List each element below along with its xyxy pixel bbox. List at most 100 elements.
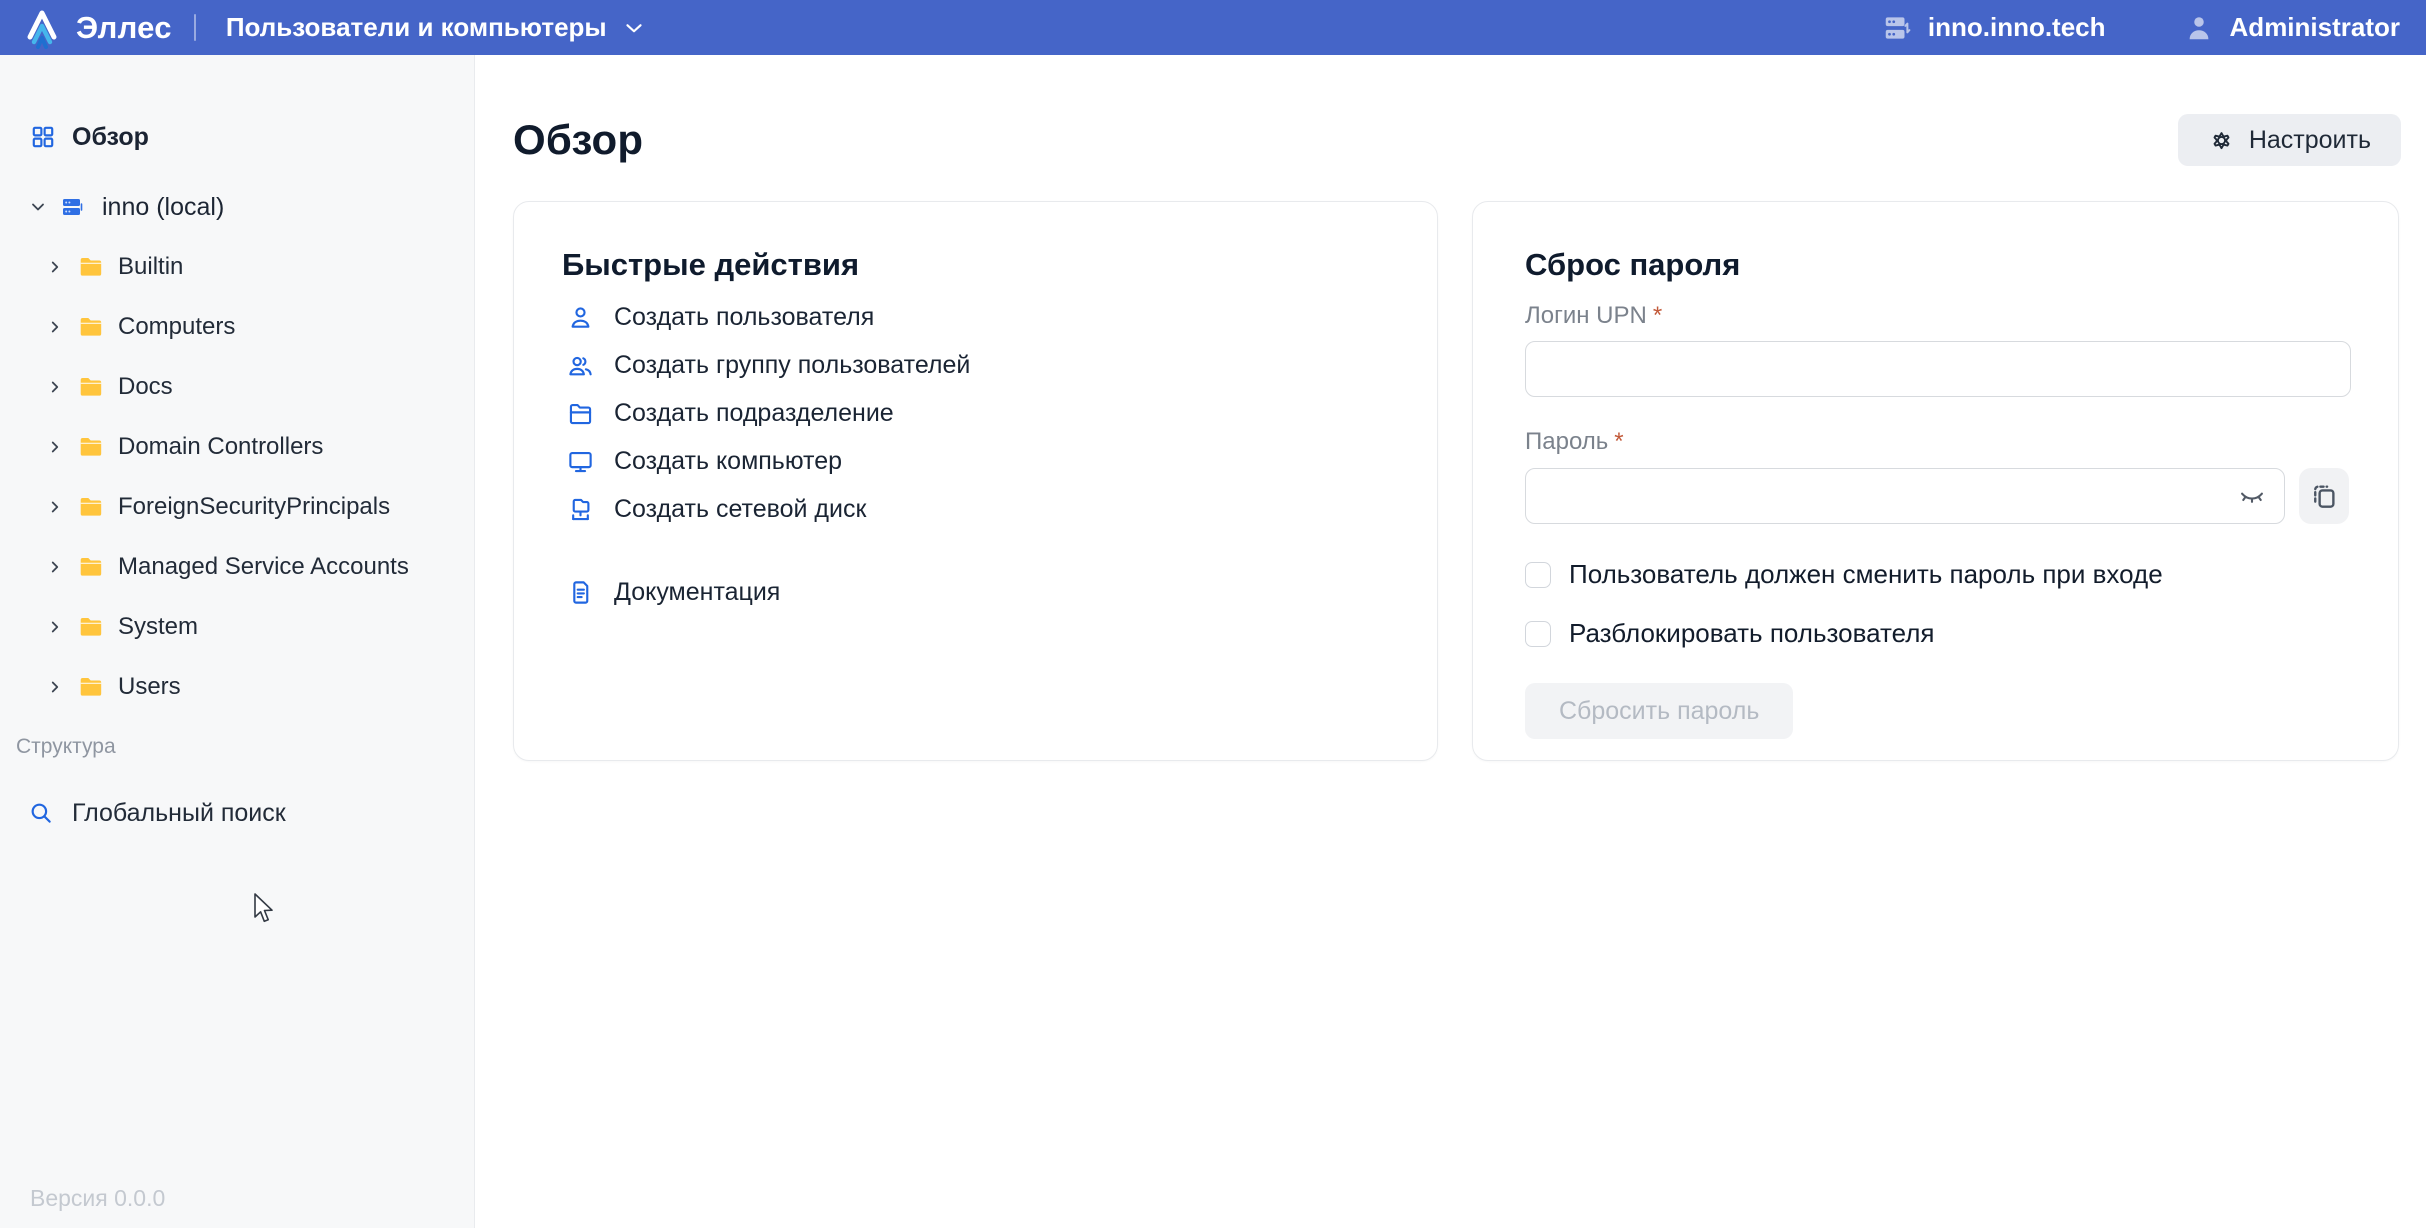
- folder-icon: [78, 314, 104, 340]
- computer-icon: [567, 448, 594, 475]
- checkbox-label: Разблокировать пользователя: [1569, 618, 1934, 649]
- tree-item-computers[interactable]: Computers: [46, 305, 456, 349]
- action-create-network-drive[interactable]: Создать сетевой диск: [567, 494, 1389, 524]
- action-label: Создать пользователя: [614, 303, 874, 332]
- password-label: Пароль*: [1525, 428, 2349, 456]
- global-search[interactable]: Глобальный поиск: [28, 789, 456, 837]
- sidebar-section-label: Структура: [16, 735, 456, 759]
- server-icon: [1882, 13, 1912, 43]
- section-dropdown-label: Пользователи и компьютеры: [226, 12, 607, 43]
- action-label: Создать группу пользователей: [614, 351, 970, 380]
- toggle-password-visibility-button[interactable]: [2237, 482, 2267, 510]
- gear-icon: [2208, 127, 2235, 154]
- org-unit-icon: [567, 400, 594, 427]
- current-user[interactable]: Administrator: [2184, 12, 2400, 43]
- user-name: Administrator: [2230, 12, 2400, 43]
- tree-item-label: ForeignSecurityPrincipals: [118, 493, 390, 521]
- documentation-link[interactable]: Документация: [567, 577, 1389, 607]
- server-name: inno.inno.tech: [1928, 12, 2106, 43]
- sidebar-overview-label: Обзор: [72, 123, 149, 152]
- documentation-label: Документация: [614, 578, 780, 607]
- folder-icon: [78, 434, 104, 460]
- search-icon: [28, 800, 54, 826]
- tree-item-label: Computers: [118, 313, 235, 341]
- sidebar: Обзор inno (local): [0, 55, 475, 1228]
- configure-button[interactable]: Настроить: [2178, 114, 2401, 166]
- app-version: Версия 0.0.0: [30, 1185, 165, 1212]
- reset-password-button[interactable]: Сбросить пароль: [1525, 683, 1793, 739]
- chevron-down-icon[interactable]: [28, 197, 48, 217]
- network-drive-icon: [567, 496, 594, 523]
- brand-title: Эллес: [76, 10, 172, 46]
- document-icon: [567, 579, 594, 606]
- folder-icon: [78, 254, 104, 280]
- checkbox-label: Пользователь должен сменить пароль при в…: [1569, 559, 2163, 590]
- tree-root-label: inno (local): [102, 193, 224, 222]
- chevron-right-icon[interactable]: [46, 558, 64, 576]
- chevron-right-icon[interactable]: [46, 498, 64, 516]
- configure-button-label: Настроить: [2249, 126, 2371, 155]
- password-input[interactable]: [1525, 468, 2285, 524]
- tree-item-label: Domain Controllers: [118, 433, 323, 461]
- sidebar-item-overview[interactable]: Обзор: [30, 115, 456, 159]
- tree-item-label: Managed Service Accounts: [118, 553, 409, 581]
- chevron-right-icon[interactable]: [46, 378, 64, 396]
- tree-root-domain[interactable]: inno (local): [28, 185, 456, 229]
- action-create-org-unit[interactable]: Создать подразделение: [567, 398, 1389, 428]
- action-create-user[interactable]: Создать пользователя: [567, 302, 1389, 332]
- password-reset-card: Сброс пароля Логин UPN* Пароль*: [1472, 201, 2399, 761]
- topbar: Эллес Пользователи и компьютеры: [0, 0, 2426, 55]
- mouse-cursor: [253, 893, 279, 925]
- chevron-right-icon[interactable]: [46, 618, 64, 636]
- chevron-right-icon[interactable]: [46, 318, 64, 336]
- login-upn-label: Логин UPN*: [1525, 302, 2349, 330]
- section-dropdown[interactable]: Пользователи и компьютеры: [226, 12, 647, 43]
- tree-item-managed-service-accounts[interactable]: Managed Service Accounts: [46, 545, 456, 589]
- tree-item-label: Users: [118, 673, 181, 701]
- action-label: Создать сетевой диск: [614, 495, 866, 524]
- action-label: Создать компьютер: [614, 447, 842, 476]
- global-search-label: Глобальный поиск: [72, 799, 286, 828]
- tree-item-label: Builtin: [118, 253, 183, 281]
- chevron-right-icon[interactable]: [46, 678, 64, 696]
- eye-closed-icon: [2237, 482, 2267, 510]
- required-asterisk: *: [1653, 302, 1662, 329]
- chevron-right-icon[interactable]: [46, 258, 64, 276]
- group-add-icon: [567, 352, 594, 379]
- tree-item-label: System: [118, 613, 198, 641]
- elles-logo-icon: [22, 7, 62, 49]
- main-content: Обзор Настроить Быстрые действия: [475, 55, 2426, 1228]
- app-window: Эллес Пользователи и компьютеры: [0, 0, 2426, 1228]
- tree-item-docs[interactable]: Docs: [46, 365, 456, 409]
- chevron-right-icon[interactable]: [46, 438, 64, 456]
- tree-item-domain-controllers[interactable]: Domain Controllers: [46, 425, 456, 469]
- action-create-group[interactable]: Создать группу пользователей: [567, 350, 1389, 380]
- checkbox-unlock-user[interactable]: Разблокировать пользователя: [1525, 618, 2349, 649]
- user-add-icon: [567, 304, 594, 331]
- password-reset-title: Сброс пароля: [1525, 246, 2349, 284]
- copy-icon: [2309, 481, 2339, 511]
- tree-item-builtin[interactable]: Builtin: [46, 245, 456, 289]
- quick-actions-card: Быстрые действия Создать пользователя: [513, 201, 1438, 761]
- folder-icon: [78, 614, 104, 640]
- action-create-computer[interactable]: Создать компьютер: [567, 446, 1389, 476]
- tree-item-foreign-security-principals[interactable]: ForeignSecurityPrincipals: [46, 485, 456, 529]
- login-upn-input[interactable]: [1525, 341, 2351, 397]
- checkbox-must-change-password[interactable]: Пользователь должен сменить пароль при в…: [1525, 559, 2349, 590]
- user-avatar-icon: [2184, 13, 2214, 43]
- checkbox-box[interactable]: [1525, 621, 1551, 647]
- page-title: Обзор: [513, 116, 643, 164]
- folder-icon: [78, 674, 104, 700]
- checkbox-box[interactable]: [1525, 562, 1551, 588]
- quick-actions-title: Быстрые действия: [562, 246, 1389, 284]
- copy-password-button[interactable]: [2299, 468, 2349, 524]
- grid-icon: [30, 124, 56, 150]
- topbar-divider: [194, 14, 196, 41]
- chevron-down-icon: [621, 15, 647, 41]
- connected-server: inno.inno.tech: [1882, 12, 2106, 43]
- folder-icon: [78, 494, 104, 520]
- tree-item-system[interactable]: System: [46, 605, 456, 649]
- action-label: Создать подразделение: [614, 399, 894, 428]
- tree-children: Builtin Computers Docs Domain Controller…: [0, 245, 456, 709]
- tree-item-users[interactable]: Users: [46, 665, 456, 709]
